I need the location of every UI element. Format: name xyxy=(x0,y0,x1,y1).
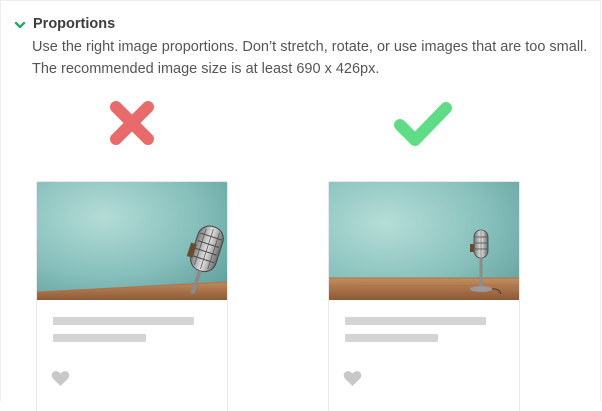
cross-icon xyxy=(110,101,154,145)
check-icon xyxy=(394,102,452,146)
correct-example-card xyxy=(328,181,520,411)
title-placeholder xyxy=(53,317,194,325)
section-title: Proportions xyxy=(33,16,116,32)
incorrect-example-card xyxy=(36,181,228,411)
heart-icon[interactable] xyxy=(51,370,70,387)
section-description: Use the right image proportions. Don’t s… xyxy=(32,39,588,77)
heart-icon[interactable] xyxy=(343,370,362,387)
stretched-microphone-image xyxy=(37,182,227,300)
guideline-panel: Proportions Use the right image proporti… xyxy=(0,0,601,411)
title-placeholder xyxy=(345,317,486,325)
microphone-image xyxy=(329,182,519,300)
subtitle-placeholder xyxy=(53,334,146,342)
section-header[interactable]: Proportions xyxy=(13,16,115,32)
subtitle-placeholder xyxy=(345,334,438,342)
chevron-down-icon xyxy=(14,21,26,29)
